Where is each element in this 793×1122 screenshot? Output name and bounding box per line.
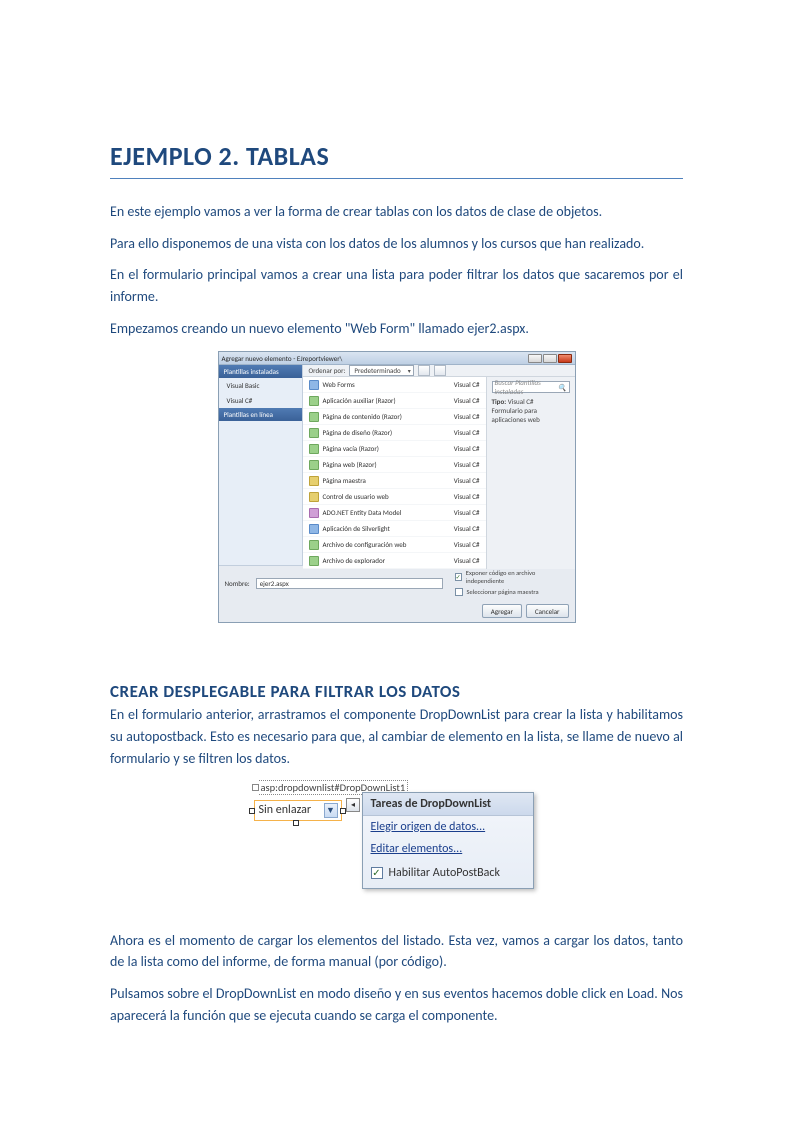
- template-row[interactable]: ADO.NET Entity Data ModelVisual C#: [303, 505, 486, 521]
- template-row[interactable]: Página de diseño (Razor)Visual C#: [303, 425, 486, 441]
- minimize-icon[interactable]: [528, 354, 542, 363]
- cancel-button[interactable]: Cancelar: [526, 604, 569, 618]
- template-list[interactable]: Web FormsVisual C# Aplicación auxiliar (…: [303, 377, 487, 569]
- search-input[interactable]: Buscar Plantillas instaladas 🔍: [492, 381, 570, 393]
- resize-handle-icon[interactable]: [293, 820, 299, 826]
- figure-add-item-dialog: Agregar nuevo elemento - EJreportviewer\…: [110, 351, 683, 623]
- sidebar-header-online: Plantillas en línea: [219, 408, 302, 421]
- template-row[interactable]: Archivo de configuración webVisual C#: [303, 537, 486, 553]
- paragraph: En el formulario principal vamos a crear…: [110, 264, 683, 307]
- template-row[interactable]: Página vacía (Razor)Visual C#: [303, 441, 486, 457]
- template-icon: [309, 444, 319, 454]
- template-row[interactable]: Archivo de exploradorVisual C#: [303, 553, 486, 569]
- chk-label: Seleccionar página maestra: [467, 588, 539, 596]
- search-placeholder: Buscar Plantillas instaladas: [495, 378, 558, 396]
- template-icon: [309, 492, 319, 502]
- smarttag-link-edit-items[interactable]: Editar elementos...: [363, 838, 533, 860]
- name-label: Nombre:: [225, 579, 250, 588]
- template-icon: [309, 380, 319, 390]
- template-icon: [309, 460, 319, 470]
- sidebar-header: Plantillas instaladas: [219, 365, 302, 378]
- dialog-title: Agregar nuevo elemento - EJreportviewer\: [222, 354, 343, 363]
- resize-handle-icon[interactable]: [249, 808, 255, 814]
- template-icon: [309, 428, 319, 438]
- template-icon: [309, 556, 319, 566]
- name-input[interactable]: ejer2.aspx: [256, 578, 443, 589]
- close-icon[interactable]: [558, 354, 572, 363]
- template-icon: [309, 508, 319, 518]
- dialog-sidebar: Plantillas instaladas Visual Basic Visua…: [219, 365, 303, 565]
- sidebar-item[interactable]: Visual C#: [219, 393, 302, 408]
- chk-label: Exponer código en archivo independiente: [466, 569, 563, 585]
- view-icon[interactable]: [418, 365, 430, 376]
- template-row[interactable]: Web FormsVisual C#: [303, 377, 486, 393]
- maximize-icon[interactable]: [543, 354, 557, 363]
- dialog-info-panel: Buscar Plantillas instaladas 🔍 Tipo: Vis…: [487, 377, 575, 569]
- paragraph: En el formulario anterior, arrastramos e…: [110, 704, 683, 769]
- dropdownlist-value: Sin enlazar: [259, 803, 312, 817]
- paragraph: Empezamos creando un nuevo elemento "Web…: [110, 318, 683, 340]
- add-button[interactable]: Agregar: [482, 604, 522, 618]
- sort-combo[interactable]: Predeterminado: [349, 365, 413, 376]
- template-icon: [309, 476, 319, 486]
- dropdownlist-control[interactable]: Sin enlazar ▼: [254, 800, 342, 821]
- template-icon: [309, 396, 319, 406]
- paragraph: Para ello disponemos de una vista con lo…: [110, 233, 683, 255]
- template-icon: [309, 412, 319, 422]
- template-row[interactable]: Control de usuario webVisual C#: [303, 489, 486, 505]
- paragraph: Pulsamos sobre el DropDownList en modo d…: [110, 983, 683, 1026]
- paragraph: Ahora es el momento de cargar los elemen…: [110, 930, 683, 973]
- template-icon: [309, 540, 319, 550]
- dialog-titlebar: Agregar nuevo elemento - EJreportviewer\: [219, 352, 575, 365]
- template-row[interactable]: Aplicación auxiliar (Razor)Visual C#: [303, 393, 486, 409]
- type-label: Tipo:: [492, 397, 507, 406]
- template-icon: [309, 524, 319, 534]
- dialog-toolbar: Ordenar por: Predeterminado: [303, 365, 575, 377]
- sort-label: Ordenar por:: [309, 366, 346, 375]
- type-value: Visual C#: [508, 397, 534, 406]
- checkbox-icon[interactable]: [455, 588, 463, 596]
- heading-1: EJEMPLO 2. TABLAS: [110, 140, 683, 179]
- paragraph: En este ejemplo vamos a ver la forma de …: [110, 201, 683, 223]
- view-icon[interactable]: [434, 365, 446, 376]
- type-description: Formulario para aplicaciones web: [492, 406, 570, 424]
- chevron-down-icon[interactable]: ▼: [324, 803, 338, 818]
- heading-2: CREAR DESPLEGABLE PARA FILTRAR LOS DATOS: [110, 681, 683, 702]
- template-row[interactable]: Página maestraVisual C#: [303, 473, 486, 489]
- smarttag-link-datasource[interactable]: Elegir origen de datos...: [363, 816, 533, 838]
- smarttag-title: Tareas de DropDownList: [363, 793, 533, 816]
- dialog-window: Agregar nuevo elemento - EJreportviewer\…: [218, 351, 576, 623]
- selection-handle-icon: [252, 784, 259, 791]
- figure-dropdownlist-smarttag: asp:dropdownlist#DropDownList1 Sin enlaz…: [110, 780, 683, 900]
- template-row[interactable]: Página web (Razor)Visual C#: [303, 457, 486, 473]
- checkbox-label: Habilitar AutoPostBack: [389, 866, 500, 880]
- template-row[interactable]: Aplicación de SilverlightVisual C#: [303, 521, 486, 537]
- smarttag-glyph-icon[interactable]: [346, 798, 360, 812]
- smarttag-panel: Tareas de DropDownList Elegir origen de …: [362, 792, 534, 889]
- checkbox-icon[interactable]: ✓: [371, 867, 383, 879]
- sidebar-item[interactable]: Visual Basic: [219, 378, 302, 393]
- search-icon: 🔍: [558, 383, 567, 392]
- template-row[interactable]: Página de contenido (Razor)Visual C#: [303, 409, 486, 425]
- checkbox-icon[interactable]: ✓: [455, 573, 462, 581]
